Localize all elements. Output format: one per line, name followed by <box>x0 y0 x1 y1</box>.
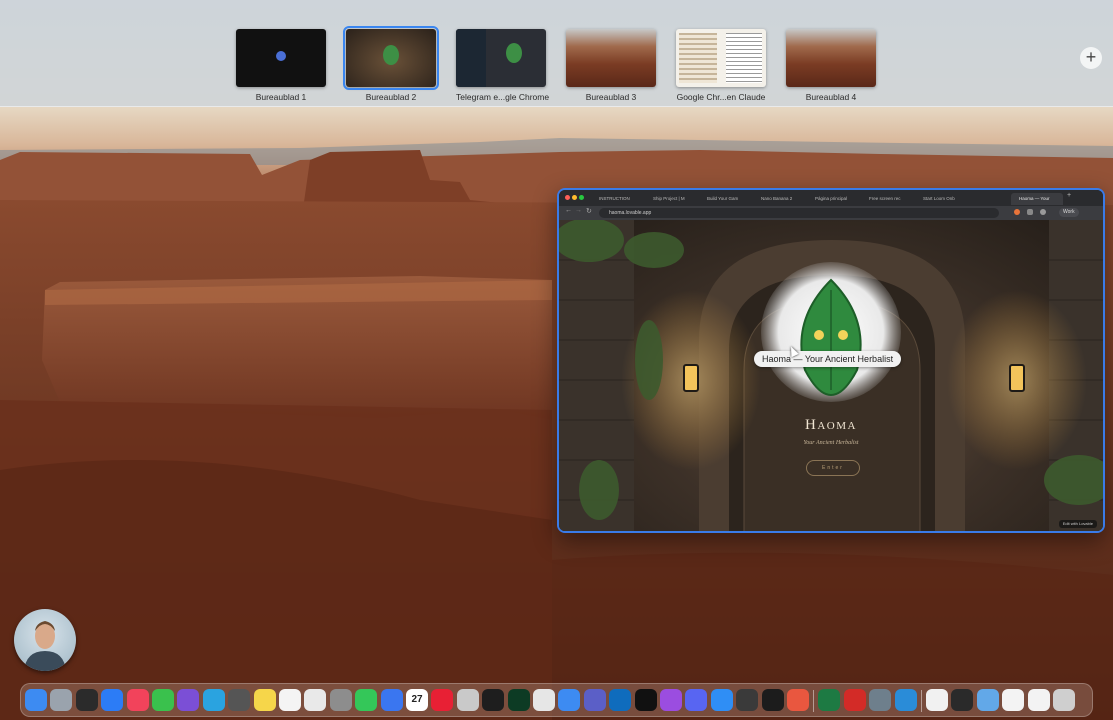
person-avatar-icon <box>24 621 66 671</box>
add-space-button[interactable]: + <box>1080 47 1102 69</box>
affinity-icon[interactable] <box>456 689 479 711</box>
obsidian-icon[interactable] <box>177 689 200 711</box>
minimize-window-icon[interactable] <box>572 195 577 200</box>
space-label: Bureaublad 4 <box>805 92 857 102</box>
music-icon[interactable] <box>126 689 149 711</box>
folder-white-icon[interactable] <box>1002 689 1025 711</box>
hero-title: Haoma <box>805 417 857 433</box>
browser-tab[interactable]: Nano Banana 2 <box>753 193 803 205</box>
enter-button[interactable]: Enter <box>806 460 860 476</box>
extension-icon[interactable] <box>1040 209 1046 215</box>
opera-icon[interactable] <box>431 689 454 711</box>
zoom-window-icon[interactable] <box>579 195 584 200</box>
space-bureaublad-1[interactable]: Bureaublad 1 <box>236 29 326 102</box>
haoma-landing-page: Haoma — Your Ancient Herbalist Haoma You… <box>559 220 1103 531</box>
space-thumbnail <box>343 26 439 90</box>
robinhood-icon[interactable] <box>507 689 530 711</box>
mail-icon[interactable] <box>558 689 581 711</box>
browser-tab[interactable]: Start Loom Onb <box>915 193 965 205</box>
space-thumbnail <box>786 29 876 87</box>
terminal-icon[interactable] <box>761 689 784 711</box>
edit-with-lovable-badge[interactable]: Edit with Lovable <box>1058 520 1097 528</box>
close-window-icon[interactable] <box>565 195 570 200</box>
browser-tab[interactable]: Free screen rec <box>861 193 911 205</box>
chrome-window[interactable]: INSTRUCTION Ship Project | M Build Your … <box>557 188 1105 533</box>
browser-tab[interactable]: Ship Project | M <box>645 193 695 205</box>
folder-icon[interactable] <box>976 689 999 711</box>
space-thumbnail <box>236 29 326 87</box>
capcut-icon[interactable] <box>634 689 657 711</box>
back-icon[interactable]: ← <box>565 207 572 214</box>
extension-icon[interactable] <box>1014 209 1020 215</box>
teams-icon[interactable] <box>583 689 606 711</box>
finder-icon[interactable] <box>25 689 47 711</box>
podcasts-icon[interactable] <box>660 689 682 711</box>
space-label: Telegram e...gle Chrome <box>456 92 550 102</box>
browser-toolbar: ← → ↻ haoma.lovable.app Work <box>559 206 1103 220</box>
browser-tab[interactable]: INSTRUCTION <box>591 193 641 205</box>
mission-control-spaces-bar: Bureaublad 1 Bureaublad 2 Telegram e...g… <box>0 0 1113 107</box>
new-tab-icon[interactable]: + <box>1067 192 1071 199</box>
reminders-icon[interactable] <box>279 689 301 711</box>
messages-icon[interactable] <box>152 689 174 711</box>
system-settings-icon[interactable] <box>329 689 352 711</box>
address-bar[interactable]: haoma.lovable.app <box>599 208 999 218</box>
acrobat-icon[interactable] <box>843 689 866 711</box>
document-icon[interactable] <box>926 689 948 711</box>
trash-icon[interactable] <box>1053 689 1075 711</box>
hero-subtitle: Your Ancient Herbalist <box>803 440 859 446</box>
chrome-icon[interactable] <box>304 689 327 711</box>
dock-separator <box>921 690 922 712</box>
tab-strip: INSTRUCTION Ship Project | M Build Your … <box>559 190 1103 206</box>
space-label: Bureaublad 3 <box>585 92 637 102</box>
notes-icon[interactable] <box>253 689 276 711</box>
browser-tab[interactable]: Página principal <box>807 193 857 205</box>
space-thumbnail <box>456 29 546 87</box>
space-bureaublad-3[interactable]: Bureaublad 3 <box>566 29 656 102</box>
screenshot-file-icon[interactable] <box>951 689 974 711</box>
doorway-illustration <box>559 220 1103 531</box>
telegram-icon[interactable] <box>202 689 225 711</box>
forward-icon[interactable]: → <box>575 207 582 214</box>
space-telegram-chrome[interactable]: Telegram e...gle Chrome <box>456 29 550 102</box>
space-thumbnail <box>676 29 766 87</box>
whatsapp-icon[interactable] <box>355 689 378 711</box>
excel-icon[interactable] <box>818 689 841 711</box>
launchpad-icon[interactable] <box>50 689 73 711</box>
browser-tab[interactable]: Build Your Gam <box>699 193 749 205</box>
reload-icon[interactable]: ↻ <box>586 207 592 215</box>
space-thumbnail <box>566 29 656 87</box>
space-label: Bureaublad 1 <box>255 92 307 102</box>
preview-icon[interactable] <box>533 689 555 711</box>
dock-separator <box>813 690 815 712</box>
signal-icon[interactable] <box>380 689 403 711</box>
webcam-overlay <box>14 609 76 671</box>
davinci-icon[interactable] <box>736 689 759 711</box>
folder-white-2-icon[interactable] <box>1027 689 1050 711</box>
profile-button[interactable]: Work <box>1059 208 1079 217</box>
space-label: Google Chr...en Claude <box>676 92 766 102</box>
calculator-icon[interactable] <box>228 689 251 711</box>
outlook-icon[interactable] <box>609 689 632 711</box>
safari-icon[interactable] <box>710 689 733 711</box>
space-bureaublad-4[interactable]: Bureaublad 4 <box>786 29 876 102</box>
stocks-icon[interactable] <box>482 689 505 711</box>
space-chrome-claude[interactable]: Google Chr...en Claude <box>676 29 766 102</box>
browser-tab-active[interactable]: Haoma — Your <box>1011 193 1063 205</box>
dock: 27 <box>20 683 1093 717</box>
extension-icon[interactable] <box>1027 209 1033 215</box>
activity-monitor-icon[interactable] <box>75 689 98 711</box>
disk-utility-icon[interactable] <box>869 689 892 711</box>
space-label: Bureaublad 2 <box>365 92 417 102</box>
calendar-icon[interactable]: 27 <box>406 689 428 711</box>
app-store-icon[interactable] <box>101 689 124 711</box>
tab-tooltip: Haoma — Your Ancient Herbalist <box>754 351 902 367</box>
discord-icon[interactable] <box>685 689 708 711</box>
claude-icon[interactable] <box>787 689 809 711</box>
space-bureaublad-2[interactable]: Bureaublad 2 <box>343 26 439 102</box>
quicktime-icon[interactable] <box>894 689 917 711</box>
